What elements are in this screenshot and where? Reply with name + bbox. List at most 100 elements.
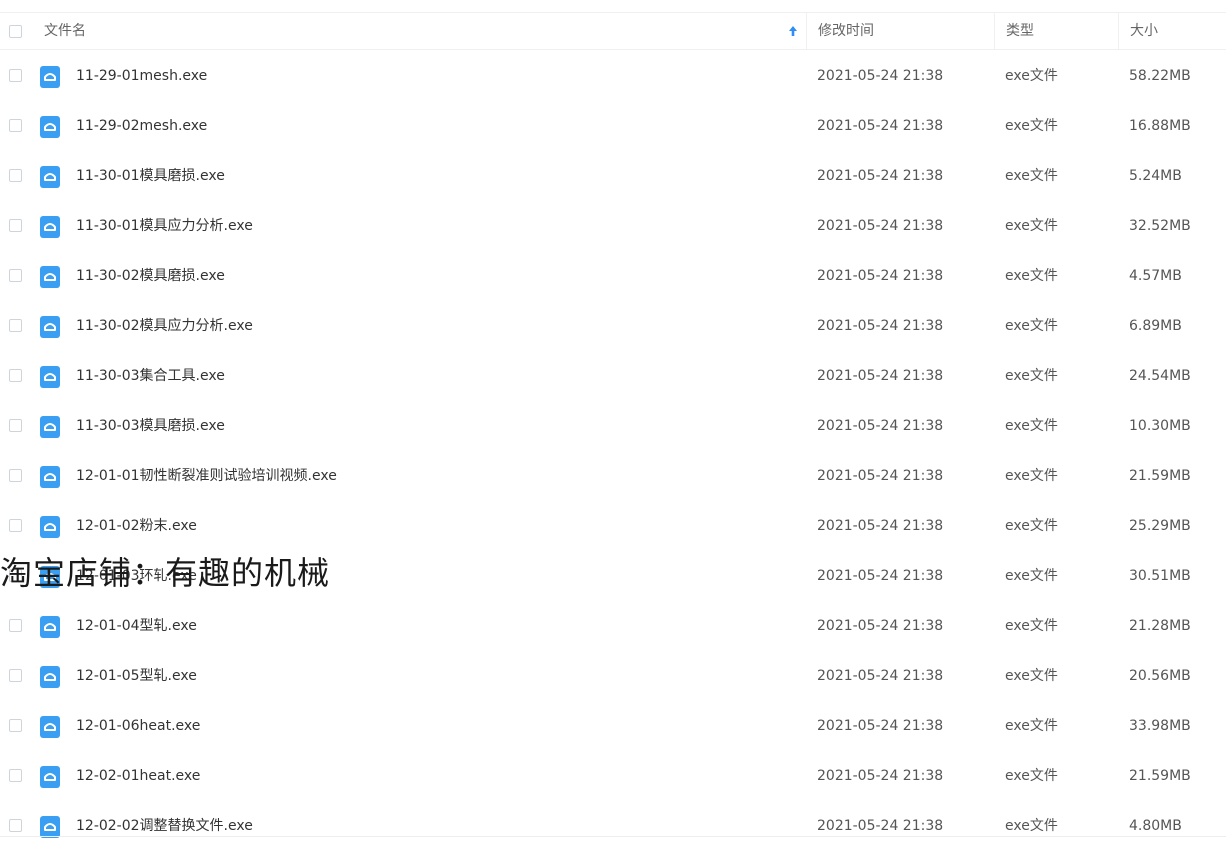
exe-file-icon xyxy=(40,766,60,788)
file-modified-time: 2021-05-24 21:38 xyxy=(817,118,944,134)
file-name[interactable]: 11-30-03模具磨损.exe xyxy=(76,401,776,451)
file-name[interactable]: 11-30-01模具应力分析.exe xyxy=(76,201,776,251)
file-name[interactable]: 12-01-05型轧.exe xyxy=(76,651,776,701)
file-row[interactable]: 11-29-02mesh.exe 2021-05-24 21:38 exe文件 16.… xyxy=(0,101,1226,151)
row-checkbox[interactable] xyxy=(9,69,22,82)
exe-file-icon xyxy=(40,616,60,638)
file-name[interactable]: 12-01-01韧性断裂准则试验培训视频.exe xyxy=(76,451,776,501)
file-size: 5.24MB xyxy=(1129,168,1182,184)
file-row[interactable]: 12-01-05型轧.exe 2021-05-24 21:38 exe文件 20.56… xyxy=(0,651,1226,701)
header-time[interactable]: 修改时间 xyxy=(806,13,994,49)
file-modified-time: 2021-05-24 21:38 xyxy=(817,568,944,584)
file-row[interactable]: 12-01-02粉末.exe 2021-05-24 21:38 exe文件 25.29… xyxy=(0,501,1226,551)
row-checkbox[interactable] xyxy=(9,119,22,132)
file-modified-time: 2021-05-24 21:38 xyxy=(817,218,944,234)
file-modified-time: 2021-05-24 21:38 xyxy=(817,668,944,684)
list-header: 文件名 修改时间 类型 大小 xyxy=(0,12,1226,50)
file-type: exe文件 xyxy=(1005,818,1058,834)
file-type: exe文件 xyxy=(1005,218,1058,234)
file-row[interactable]: 12-02-01heat.exe 2021-05-24 21:38 exe文件 21.… xyxy=(0,751,1226,801)
row-checkbox[interactable] xyxy=(9,419,22,432)
file-modified-time: 2021-05-24 21:38 xyxy=(817,318,944,334)
row-checkbox[interactable] xyxy=(9,669,22,682)
file-name[interactable]: 12-01-03环轧.exe xyxy=(76,551,776,601)
file-modified-time: 2021-05-24 21:38 xyxy=(817,468,944,484)
row-checkbox[interactable] xyxy=(9,819,22,832)
file-row[interactable]: 11-30-01模具磨损.exe 2021-05-24 21:38 exe文件 5.2… xyxy=(0,151,1226,201)
file-name[interactable]: 12-01-04型轧.exe xyxy=(76,601,776,651)
file-row[interactable]: 12-01-04型轧.exe 2021-05-24 21:38 exe文件 21.28… xyxy=(0,601,1226,651)
file-name[interactable]: 12-02-02调整替换文件.exe xyxy=(76,801,776,844)
file-size: 10.30MB xyxy=(1129,418,1191,434)
file-row[interactable]: 11-30-03模具磨损.exe 2021-05-24 21:38 exe文件 10.… xyxy=(0,401,1226,451)
file-row[interactable]: 11-29-01mesh.exe 2021-05-24 21:38 exe文件 58.… xyxy=(0,51,1226,101)
row-checkbox[interactable] xyxy=(9,469,22,482)
exe-file-icon xyxy=(40,516,60,538)
file-size: 21.59MB xyxy=(1129,768,1191,784)
file-type: exe文件 xyxy=(1005,418,1058,434)
file-modified-time: 2021-05-24 21:38 xyxy=(817,718,944,734)
file-name[interactable]: 12-02-01heat.exe xyxy=(76,751,776,801)
select-all-checkbox[interactable] xyxy=(9,25,22,38)
file-name[interactable]: 11-29-02mesh.exe xyxy=(76,101,776,151)
header-size[interactable]: 大小 xyxy=(1118,13,1226,49)
file-row[interactable]: 11-30-01模具应力分析.exe 2021-05-24 21:38 exe文件 3… xyxy=(0,201,1226,251)
sort-ascending-icon[interactable] xyxy=(787,23,799,39)
file-modified-time: 2021-05-24 21:38 xyxy=(817,768,944,784)
file-size: 21.59MB xyxy=(1129,468,1191,484)
file-name[interactable]: 11-30-02模具应力分析.exe xyxy=(76,301,776,351)
file-type: exe文件 xyxy=(1005,168,1058,184)
exe-file-icon xyxy=(40,666,60,688)
row-checkbox[interactable] xyxy=(9,169,22,182)
file-type: exe文件 xyxy=(1005,618,1058,634)
file-size: 58.22MB xyxy=(1129,68,1191,84)
file-name[interactable]: 12-01-02粉末.exe xyxy=(76,501,776,551)
file-type: exe文件 xyxy=(1005,518,1058,534)
row-checkbox[interactable] xyxy=(9,569,22,582)
file-modified-time: 2021-05-24 21:38 xyxy=(817,168,944,184)
divider xyxy=(0,836,1226,837)
file-size: 30.51MB xyxy=(1129,568,1191,584)
file-name[interactable]: 12-01-06heat.exe xyxy=(76,701,776,751)
file-row[interactable]: 11-30-03集合工具.exe 2021-05-24 21:38 exe文件 24.… xyxy=(0,351,1226,401)
header-type-label: 类型 xyxy=(1006,23,1034,39)
file-row[interactable]: 11-30-02模具磨损.exe 2021-05-24 21:38 exe文件 4.5… xyxy=(0,251,1226,301)
file-type: exe文件 xyxy=(1005,118,1058,134)
file-row[interactable]: 12-01-01韧性断裂准则试验培训视频.exe 2021-05-24 21:38… xyxy=(0,451,1226,501)
file-type: exe文件 xyxy=(1005,668,1058,684)
file-type: exe文件 xyxy=(1005,68,1058,84)
file-name[interactable]: 11-30-02模具磨损.exe xyxy=(76,251,776,301)
row-checkbox[interactable] xyxy=(9,369,22,382)
header-time-label: 修改时间 xyxy=(818,23,874,39)
header-type[interactable]: 类型 xyxy=(994,13,1118,49)
row-checkbox[interactable] xyxy=(9,619,22,632)
file-list-page: 文件名 修改时间 类型 大小 11-29-01mesh.exe 2021-05-2… xyxy=(0,0,1226,844)
file-row[interactable]: 12-01-06heat.exe 2021-05-24 21:38 exe文件 33.… xyxy=(0,701,1226,751)
row-checkbox[interactable] xyxy=(9,269,22,282)
row-checkbox[interactable] xyxy=(9,219,22,232)
file-size: 32.52MB xyxy=(1129,218,1191,234)
file-name[interactable]: 11-29-01mesh.exe xyxy=(76,51,776,101)
file-modified-time: 2021-05-24 21:38 xyxy=(817,368,944,384)
file-name[interactable]: 11-30-03集合工具.exe xyxy=(76,351,776,401)
header-name-label: 文件名 xyxy=(44,23,86,39)
file-row[interactable]: 12-01-03环轧.exe 2021-05-24 21:38 exe文件 30.51… xyxy=(0,551,1226,601)
row-checkbox[interactable] xyxy=(9,719,22,732)
row-checkbox[interactable] xyxy=(9,519,22,532)
exe-file-icon xyxy=(40,66,60,88)
exe-file-icon xyxy=(40,166,60,188)
row-checkbox[interactable] xyxy=(9,769,22,782)
row-checkbox[interactable] xyxy=(9,319,22,332)
file-size: 25.29MB xyxy=(1129,518,1191,534)
file-modified-time: 2021-05-24 21:38 xyxy=(817,818,944,834)
exe-file-icon xyxy=(40,816,60,838)
header-name[interactable]: 文件名 xyxy=(44,13,784,49)
file-type: exe文件 xyxy=(1005,468,1058,484)
file-rows: 11-29-01mesh.exe 2021-05-24 21:38 exe文件 58.… xyxy=(0,51,1226,844)
file-row[interactable]: 12-02-02调整替换文件.exe 2021-05-24 21:38 exe文件 4… xyxy=(0,801,1226,844)
exe-file-icon xyxy=(40,366,60,388)
file-type: exe文件 xyxy=(1005,268,1058,284)
file-row[interactable]: 11-30-02模具应力分析.exe 2021-05-24 21:38 exe文件 6… xyxy=(0,301,1226,351)
file-size: 4.57MB xyxy=(1129,268,1182,284)
file-name[interactable]: 11-30-01模具磨损.exe xyxy=(76,151,776,201)
